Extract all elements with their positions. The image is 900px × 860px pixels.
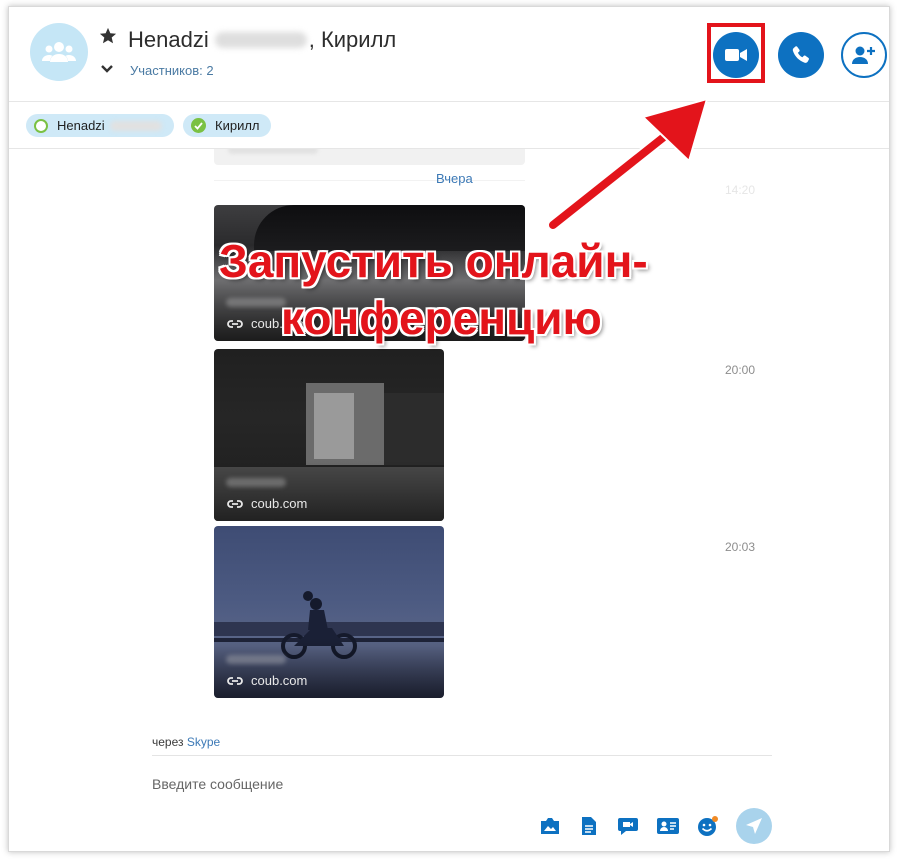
phone-icon — [792, 46, 809, 63]
day-label: Вчера — [436, 171, 473, 186]
skype-conversation-window: Henadzi , Кирилл Участников: 2 Henadzi Ки… — [8, 6, 890, 852]
coub-link[interactable]: coub.com — [226, 496, 307, 511]
skype-link[interactable]: Skype — [187, 735, 220, 749]
add-participant-button[interactable] — [841, 32, 887, 78]
annotation-text-line2: конференцию — [281, 292, 602, 344]
emoji-button[interactable] — [697, 815, 719, 837]
previous-message-card[interactable] — [214, 149, 525, 165]
title-first-name: Henadzi — [128, 27, 209, 52]
chat-icon — [618, 818, 638, 835]
conversation-title: Henadzi , Кирилл — [128, 27, 396, 53]
chevron-down-icon[interactable] — [101, 64, 113, 74]
participant-chip-kirill[interactable]: Кирилл — [183, 114, 271, 137]
emoji-icon — [698, 816, 718, 836]
group-avatar-icon — [42, 42, 76, 62]
participant-name: Henadzi — [57, 118, 105, 133]
file-share-button[interactable] — [578, 815, 600, 837]
conversation-header: Henadzi , Кирилл Участников: 2 — [9, 7, 889, 102]
video-message-button[interactable] — [617, 815, 639, 837]
participant-name: Кирилл — [215, 118, 260, 133]
participants-bar: Henadzi Кирилл — [9, 102, 889, 149]
send-button[interactable] — [736, 808, 772, 844]
coub-video-card[interactable]: coub.com — [214, 526, 444, 698]
contact-card-icon — [657, 818, 679, 834]
link-icon — [227, 499, 243, 508]
image-share-icon — [541, 818, 559, 834]
participants-count[interactable]: Участников: 2 — [130, 63, 214, 78]
faded-timestamp: 14:20 — [725, 183, 756, 197]
coub-link[interactable]: coub.com — [226, 673, 307, 688]
link-icon — [227, 319, 243, 328]
contact-share-button[interactable] — [657, 815, 679, 837]
send-icon — [746, 818, 762, 834]
star-icon[interactable] — [99, 27, 117, 45]
status-offline-icon — [34, 118, 48, 133]
participant-chip-henadzi[interactable]: Henadzi — [26, 114, 174, 137]
video-call-highlight-box — [707, 23, 765, 83]
status-online-icon — [191, 118, 206, 133]
divider — [152, 755, 772, 756]
audio-call-button[interactable] — [778, 32, 824, 78]
message-timestamp: 20:00 — [725, 363, 756, 377]
coub-video-card[interactable]: coub.com — [214, 349, 444, 521]
link-icon — [227, 676, 243, 685]
message-input[interactable]: Введите сообщение — [152, 776, 283, 792]
via-skype-label: через Skype — [152, 735, 221, 749]
day-separator — [214, 168, 525, 188]
add-participant-icon — [852, 46, 875, 64]
annotation-text-line1: Запустить онлайн- — [219, 235, 648, 287]
group-avatar[interactable] — [30, 23, 88, 81]
blurred-surname — [214, 32, 307, 48]
message-timestamp: 20:03 — [725, 540, 756, 554]
annotation-arrow — [547, 97, 709, 231]
file-icon — [582, 817, 596, 835]
image-share-button[interactable] — [539, 815, 561, 837]
title-rest: , Кирилл — [308, 27, 397, 52]
blurred-surname — [109, 120, 162, 131]
